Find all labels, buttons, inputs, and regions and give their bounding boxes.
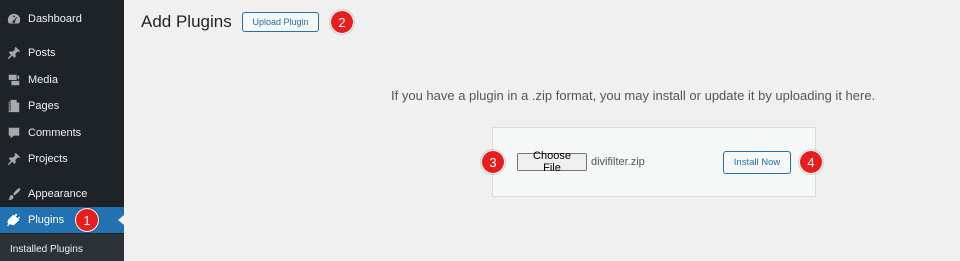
- upload-plugin-button[interactable]: Upload Plugin: [242, 12, 319, 32]
- sidebar-item-pages[interactable]: Pages: [0, 93, 124, 119]
- step-badge-2: 2: [330, 10, 354, 34]
- sidebar-item-label: Projects: [28, 153, 68, 165]
- plugin-icon: [6, 212, 22, 228]
- dashboard-icon: [6, 11, 22, 27]
- sidebar-item-label: Comments: [28, 127, 82, 139]
- sidebar-item-label: Appearance: [28, 188, 88, 200]
- pages-icon: [6, 98, 22, 114]
- selected-file-name: divifilter.zip: [591, 156, 645, 168]
- step-badge-3: 3: [481, 150, 505, 174]
- sidebar-item-media[interactable]: Media: [0, 67, 124, 93]
- pushpin-icon: [6, 45, 22, 61]
- sidebar-item-projects[interactable]: Projects: [0, 146, 124, 172]
- install-now-button[interactable]: Install Now: [723, 151, 791, 174]
- choose-file-button[interactable]: Choose File: [517, 150, 587, 174]
- page-title: Add Plugins: [141, 12, 232, 31]
- sidebar-item-label: Dashboard: [28, 13, 82, 25]
- submenu-item-installed-plugins[interactable]: Installed Plugins: [10, 244, 83, 255]
- active-indicator-arrow: [118, 215, 124, 225]
- pushpin-icon: [6, 151, 22, 167]
- sidebar-item-label: Media: [28, 74, 58, 86]
- step-badge-4: 4: [799, 150, 823, 174]
- plugins-submenu: Installed Plugins: [0, 234, 124, 261]
- sidebar-item-label: Posts: [28, 47, 56, 59]
- media-icon: [6, 72, 22, 88]
- sidebar-item-label: Plugins: [28, 214, 65, 226]
- sidebar-item-label: Pages: [28, 100, 60, 112]
- sidebar-item-plugins[interactable]: Plugins: [0, 207, 124, 233]
- admin-sidebar: Dashboard Posts Media Pages Comments Pro…: [0, 0, 124, 261]
- sidebar-item-appearance[interactable]: Appearance: [0, 181, 124, 207]
- sidebar-item-posts[interactable]: Posts: [0, 40, 124, 66]
- sidebar-item-comments[interactable]: Comments: [0, 120, 124, 146]
- upload-help-text: If you have a plugin in a .zip format, y…: [391, 88, 876, 103]
- step-badge-1: 1: [75, 208, 99, 232]
- paintbrush-icon: [6, 186, 22, 202]
- sidebar-item-dashboard[interactable]: Dashboard: [0, 6, 124, 32]
- comment-icon: [6, 125, 22, 141]
